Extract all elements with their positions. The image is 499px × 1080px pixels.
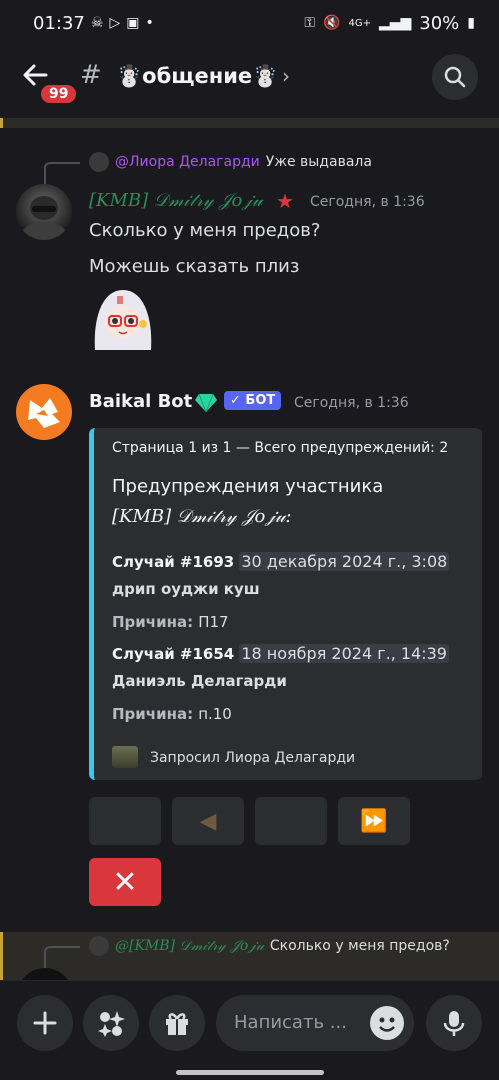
bot-badge: ✓ БОТ	[224, 391, 282, 410]
case-row: Случай #1693 30 декабря 2024 г., 3:08	[112, 552, 450, 571]
message-text: Сколько у меня предов?	[89, 220, 321, 241]
gift-button[interactable]	[149, 995, 205, 1051]
unread-badge: 99	[38, 82, 80, 106]
microphone-icon	[443, 1011, 465, 1036]
reason-label: Причина:	[112, 613, 194, 631]
anime-girl-sticker[interactable]	[89, 286, 157, 352]
reason-value: П17	[198, 613, 229, 631]
voice-message-button[interactable]	[426, 995, 482, 1051]
network-type: 4G+	[348, 17, 371, 29]
reply-preview[interactable]: @[KMB] 𝒟𝓂𝒾𝓉𝓇𝓎 𝒥𝑜𝒿𝓊 Сколько у меня предов…	[89, 936, 450, 956]
next-message-fragment: @[KMB] 𝒟𝓂𝒾𝓉𝓇𝓎 𝒥𝑜𝒿𝓊 Сколько у меня предов…	[0, 932, 499, 982]
case-moderator: Даниэль Делагарди	[112, 672, 287, 690]
composer-bar: Написать ...	[0, 980, 499, 1066]
last-page-button[interactable]: ⏩	[338, 797, 410, 845]
system-nav-bar	[0, 1066, 499, 1080]
search-button[interactable]	[432, 54, 478, 100]
message-input[interactable]: Написать ...	[216, 995, 414, 1051]
reply-avatar	[89, 936, 109, 956]
battery-icon: ▮	[467, 15, 475, 31]
bot-name[interactable]: Baikal Bot	[89, 391, 192, 412]
masked-person-avatar-icon	[22, 196, 66, 240]
previous-message-fragment	[0, 118, 499, 128]
mute-icon: 🔇	[323, 15, 341, 31]
battery-level: 30%	[419, 12, 460, 34]
sparkle-apps-icon	[98, 1011, 125, 1037]
reason-value: п.10	[198, 705, 232, 723]
warnings-embed: Страница 1 из 1 — Всего предупреждений: …	[89, 428, 482, 780]
case-row: Случай #1654 18 ноября 2024 г., 14:39	[112, 644, 449, 663]
case-label: Случай #1654	[112, 645, 235, 663]
next-page-button[interactable]	[255, 797, 327, 845]
message-input-placeholder: Написать ...	[234, 1012, 347, 1033]
fox-logo-icon	[28, 398, 60, 428]
case-label: Случай #1693	[112, 553, 235, 571]
dot-icon: •	[145, 15, 154, 31]
home-gesture-pill[interactable]	[176, 1070, 324, 1075]
prev-page-button[interactable]: ◀	[172, 797, 244, 845]
reply-author[interactable]: @[KMB] 𝒟𝓂𝒾𝓉𝓇𝓎 𝒥𝑜𝒿𝓊	[115, 938, 264, 954]
embed-footer: Запросил Лиора Делагарди	[150, 750, 356, 766]
case-reason: Причина: п.10	[112, 704, 232, 723]
reply-avatar	[89, 152, 109, 172]
avatar[interactable]	[16, 184, 72, 240]
embed-author: Страница 1 из 1 — Всего предупреждений: …	[112, 440, 449, 456]
calendar-icon: ▣	[126, 15, 140, 31]
reply-text: Уже выдавала	[265, 154, 372, 170]
reply-mention[interactable]: @Лиора Делагарди	[115, 154, 260, 170]
embed-title: Предупреждения участника	[112, 476, 384, 497]
hash-icon: #	[80, 60, 102, 90]
channel-header: 99 # ☃️общение☃️ ›	[0, 46, 499, 124]
play-store-icon: ▷	[109, 15, 121, 31]
clock: 01:37	[33, 12, 85, 34]
apps-button[interactable]	[83, 995, 139, 1051]
embed-title-user: [KMB] 𝒟𝓂𝒾𝓉𝓇𝓎 𝒥𝑜𝒿𝓊:	[112, 506, 292, 527]
case-moderator: дрип оуджи куш	[112, 580, 260, 598]
signal-icon: ▂▄▆	[378, 15, 412, 31]
emoji-picker-icon[interactable]	[370, 1006, 404, 1040]
case-date: 30 декабря 2024 г., 3:08	[239, 552, 450, 571]
channel-name[interactable]: ☃️общение☃️	[116, 64, 278, 89]
reply-text: Сколько у меня предов?	[269, 938, 450, 954]
case-reason: Причина: П17	[112, 612, 229, 631]
first-page-button[interactable]	[89, 797, 161, 845]
case-date: 18 ноября 2024 г., 14:39	[239, 644, 449, 663]
plus-icon	[33, 1011, 57, 1035]
footer-thumbnail	[112, 746, 138, 768]
bot-avatar[interactable]	[16, 384, 72, 440]
close-button[interactable]: ✕	[89, 858, 161, 906]
reason-label: Причина:	[112, 705, 194, 723]
add-attachment-button[interactable]	[17, 995, 73, 1051]
status-bar: 01:37 ☠ ▷ ▣ • ⚿ 🔇 4G+ ▂▄▆ 30% ▮	[0, 0, 499, 46]
message-author[interactable]: [KMB] 𝒟𝓂𝒾𝓉𝓇𝓎 𝒥𝑜𝒿𝓊	[89, 190, 262, 211]
message-timestamp: Сегодня, в 1:36	[310, 194, 425, 210]
key-icon: ⚿	[304, 15, 316, 31]
skull-icon: ☠	[90, 15, 104, 31]
message-text: Можешь сказать плиз	[89, 256, 300, 277]
search-icon	[444, 66, 466, 88]
gift-icon	[166, 1013, 188, 1035]
chevron-right-icon[interactable]: ›	[282, 64, 290, 88]
message-timestamp: Сегодня, в 1:36	[294, 395, 409, 411]
gem-icon	[195, 392, 217, 414]
reply-connector	[44, 162, 80, 186]
reply-preview[interactable]: @Лиора Делагарди Уже выдавала	[89, 152, 372, 172]
star-badge-icon: ★	[276, 189, 294, 213]
